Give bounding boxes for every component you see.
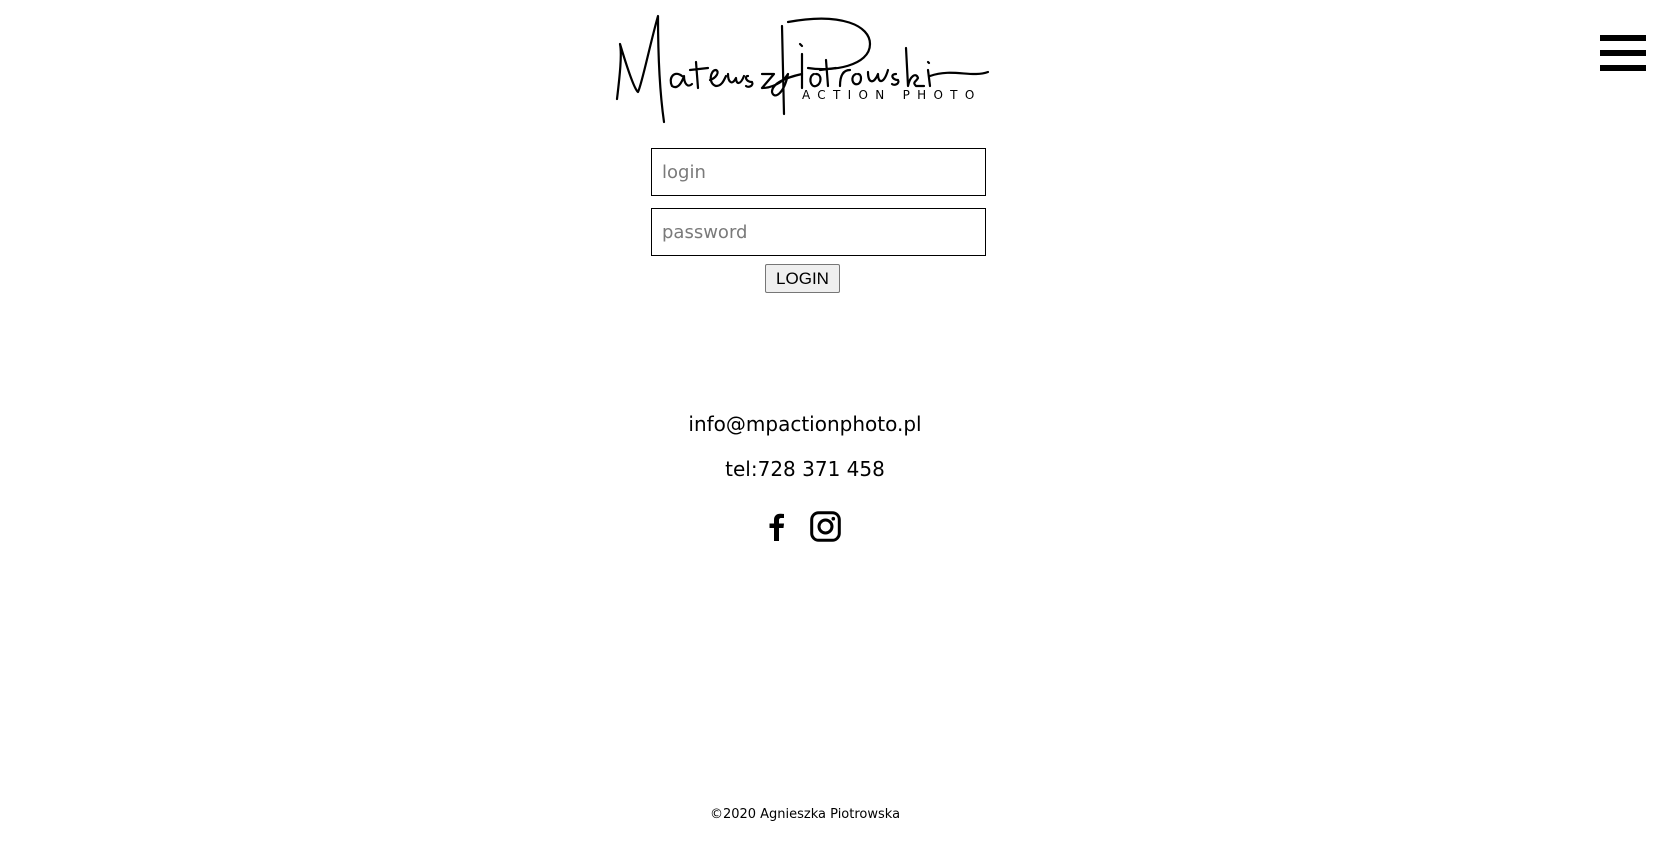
contact-email[interactable]: info@mpactionphoto.pl (0, 412, 1610, 436)
menu-bar (1600, 65, 1646, 71)
contact-phone[interactable]: tel:728 371 458 (0, 457, 1610, 481)
menu-bar (1600, 35, 1646, 41)
password-input[interactable] (651, 208, 986, 256)
logo[interactable]: ACTION PHOTO (612, 4, 998, 124)
facebook-icon[interactable] (766, 513, 786, 541)
logo-tagline: ACTION PHOTO (802, 88, 982, 102)
footer-copyright: ©2020 Agnieszka Piotrowska (709, 807, 901, 822)
login-input[interactable] (651, 148, 986, 196)
hamburger-menu-icon[interactable] (1600, 35, 1646, 75)
menu-bar (1600, 50, 1646, 56)
instagram-icon[interactable] (810, 511, 841, 542)
login-button[interactable]: LOGIN (765, 264, 840, 293)
